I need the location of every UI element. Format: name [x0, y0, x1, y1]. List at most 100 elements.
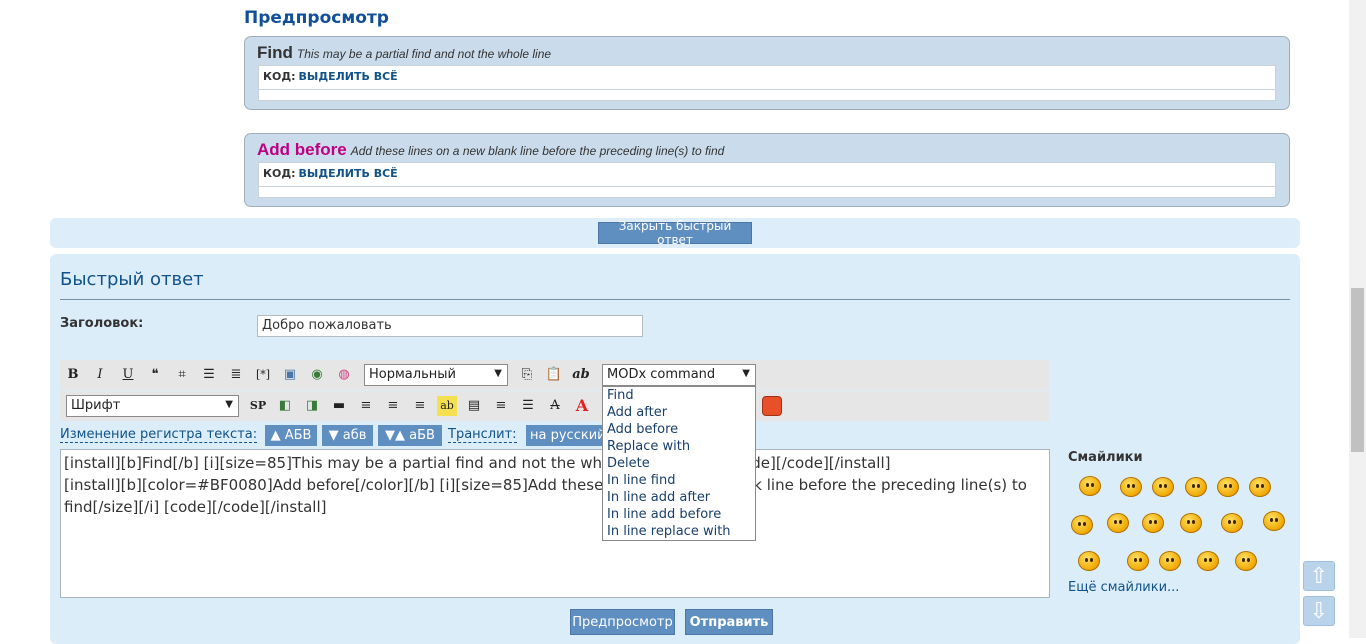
- smiley-icon[interactable]: [1263, 511, 1285, 531]
- modx-command-dropdown: Find Add after Add before Replace with D…: [602, 386, 756, 541]
- smilies-title: Смайлики: [1068, 450, 1143, 465]
- font-family-value: Шрифт: [71, 398, 121, 413]
- image-left-icon[interactable]: ◧: [275, 396, 295, 416]
- align-center-icon[interactable]: ≡: [383, 396, 403, 416]
- mod-description: Add these lines on a new blank line befo…: [350, 144, 725, 158]
- url-icon[interactable]: ◉: [307, 365, 327, 385]
- modx-option[interactable]: Add after: [603, 404, 755, 421]
- modx-option[interactable]: Add before: [603, 421, 755, 438]
- smiley-icon[interactable]: [1078, 551, 1100, 571]
- italic-icon[interactable]: I: [90, 365, 110, 385]
- quick-reply-title: Быстрый ответ: [60, 269, 204, 290]
- message-line: [install][b][color=#BF0080]Add before[/c…: [64, 476, 1027, 494]
- justify-icon[interactable]: ▤: [464, 396, 484, 416]
- code-box: КОД: ВЫДЕЛИТЬ ВСЁ: [258, 162, 1276, 198]
- font-size-select[interactable]: Нормальный ▼: [364, 364, 508, 386]
- font-family-select[interactable]: Шрифт ▼: [66, 395, 239, 417]
- image-icon[interactable]: ▣: [280, 365, 300, 385]
- smiley-icon[interactable]: [1079, 476, 1101, 496]
- divider: [60, 299, 1290, 300]
- arrow-up-icon: ⇧: [1309, 563, 1329, 589]
- font-color-icon[interactable]: A: [572, 396, 592, 416]
- quote-icon[interactable]: ❝: [145, 365, 165, 385]
- highlight-icon[interactable]: ab: [437, 396, 457, 416]
- flash-icon[interactable]: [762, 396, 782, 416]
- submit-button[interactable]: Отправить: [685, 609, 773, 635]
- smiley-icon[interactable]: [1142, 513, 1164, 533]
- list-icon[interactable]: ☰: [199, 365, 219, 385]
- font-size-value: Нормальный: [369, 367, 456, 382]
- smiley-icon[interactable]: [1235, 551, 1257, 571]
- modx-option[interactable]: Replace with: [603, 438, 755, 455]
- modx-command-select[interactable]: MODx command ▼: [602, 364, 756, 386]
- scrollbar-thumb[interactable]: [1351, 288, 1364, 452]
- smiley-icon[interactable]: [1107, 513, 1129, 533]
- translit-label[interactable]: Транслит:: [448, 427, 517, 443]
- smiley-icon[interactable]: [1185, 477, 1207, 497]
- smiley-icon[interactable]: [1221, 513, 1243, 533]
- mod-find-block: Find This may be a partial find and not t…: [244, 36, 1290, 110]
- chevron-down-icon: ▼: [494, 368, 502, 379]
- smiley-icon[interactable]: [1120, 477, 1142, 497]
- spellcheck-icon[interactable]: ab: [571, 365, 591, 385]
- ordered-list-icon[interactable]: ≣: [226, 365, 246, 385]
- paste-icon[interactable]: 📋: [544, 365, 564, 385]
- smiley-icon[interactable]: [1071, 515, 1093, 535]
- more-smilies-link[interactable]: Ещё смайлики...: [1068, 580, 1179, 595]
- smiley-icon[interactable]: [1127, 551, 1149, 571]
- smiley-icon[interactable]: [1197, 551, 1219, 571]
- mod-keyword-add-before: Add before: [257, 140, 347, 159]
- modx-option[interactable]: In line add before: [603, 506, 755, 523]
- smiley-icon[interactable]: [1217, 477, 1239, 497]
- color-icon[interactable]: ◍: [334, 365, 354, 385]
- code-icon[interactable]: ⌗: [172, 365, 192, 385]
- mod-description: This may be a partial find and not the w…: [296, 47, 552, 61]
- lowercase-button[interactable]: ▼ абв: [322, 425, 373, 446]
- chevron-down-icon: ▼: [742, 368, 750, 379]
- align-justify-icon[interactable]: ≡: [491, 396, 511, 416]
- underline-icon[interactable]: U: [118, 365, 138, 385]
- message-textarea[interactable]: [install][b]Find[/b] [i][size=85]This ma…: [60, 449, 1050, 598]
- bold-icon[interactable]: B: [63, 365, 83, 385]
- hr-icon[interactable]: ▬: [329, 396, 349, 416]
- case-change-label[interactable]: Изменение регистра текста:: [60, 427, 258, 443]
- copy-icon[interactable]: ⎘: [517, 365, 537, 385]
- arrow-down-icon: ⇩: [1309, 598, 1329, 624]
- modx-option[interactable]: Find: [603, 387, 755, 404]
- uppercase-button[interactable]: ▲ АБВ: [265, 425, 317, 446]
- modx-option[interactable]: In line find: [603, 472, 755, 489]
- subject-input[interactable]: Добро пожаловать: [257, 315, 643, 337]
- align-right-icon[interactable]: ≡: [410, 396, 430, 416]
- select-all-link[interactable]: ВЫДЕЛИТЬ ВСЁ: [299, 167, 398, 180]
- modx-command-value: MODx command: [607, 367, 716, 382]
- code-label: КОД:: [263, 70, 296, 83]
- smiley-icon[interactable]: [1249, 477, 1271, 497]
- message-line: [install][b]Find[/b] [i][size=85]This ma…: [64, 454, 891, 472]
- modx-option[interactable]: In line add after: [603, 489, 755, 506]
- to-russian-button[interactable]: на русский: [526, 425, 606, 446]
- modx-option[interactable]: In line replace with: [603, 523, 755, 540]
- code-box: КОД: ВЫДЕЛИТЬ ВСЁ: [258, 65, 1276, 101]
- strike-icon[interactable]: A: [545, 396, 565, 416]
- indent-icon[interactable]: ☰: [518, 396, 538, 416]
- smiley-icon[interactable]: [1159, 551, 1181, 571]
- list-item-icon[interactable]: [*]: [253, 365, 273, 385]
- mod-keyword-find: Find: [257, 43, 293, 62]
- smiley-icon[interactable]: [1152, 477, 1174, 497]
- subject-label: Заголовок:: [60, 316, 144, 331]
- sp-icon[interactable]: SP: [248, 396, 268, 416]
- scroll-down-button[interactable]: ⇩: [1303, 596, 1335, 626]
- mod-add-before-block: Add before Add these lines on a new blank…: [244, 133, 1290, 207]
- close-quick-reply-button[interactable]: Закрыть быстрый ответ: [598, 219, 752, 247]
- image-right-icon[interactable]: ◨: [302, 396, 322, 416]
- preview-button[interactable]: Предпросмотр: [570, 609, 675, 635]
- smiley-icon[interactable]: [1180, 513, 1202, 533]
- chevron-down-icon: ▼: [225, 399, 233, 410]
- message-line: find[/size][/i] [code][/code][/install]: [64, 498, 327, 516]
- toggle-case-button[interactable]: ▼▲ аБВ: [378, 425, 442, 446]
- modx-option[interactable]: Delete: [603, 455, 755, 472]
- scroll-up-button[interactable]: ⇧: [1303, 561, 1335, 591]
- align-left-icon[interactable]: ≡: [356, 396, 376, 416]
- select-all-link[interactable]: ВЫДЕЛИТЬ ВСЁ: [299, 70, 398, 83]
- preview-title: Предпросмотр: [244, 8, 389, 28]
